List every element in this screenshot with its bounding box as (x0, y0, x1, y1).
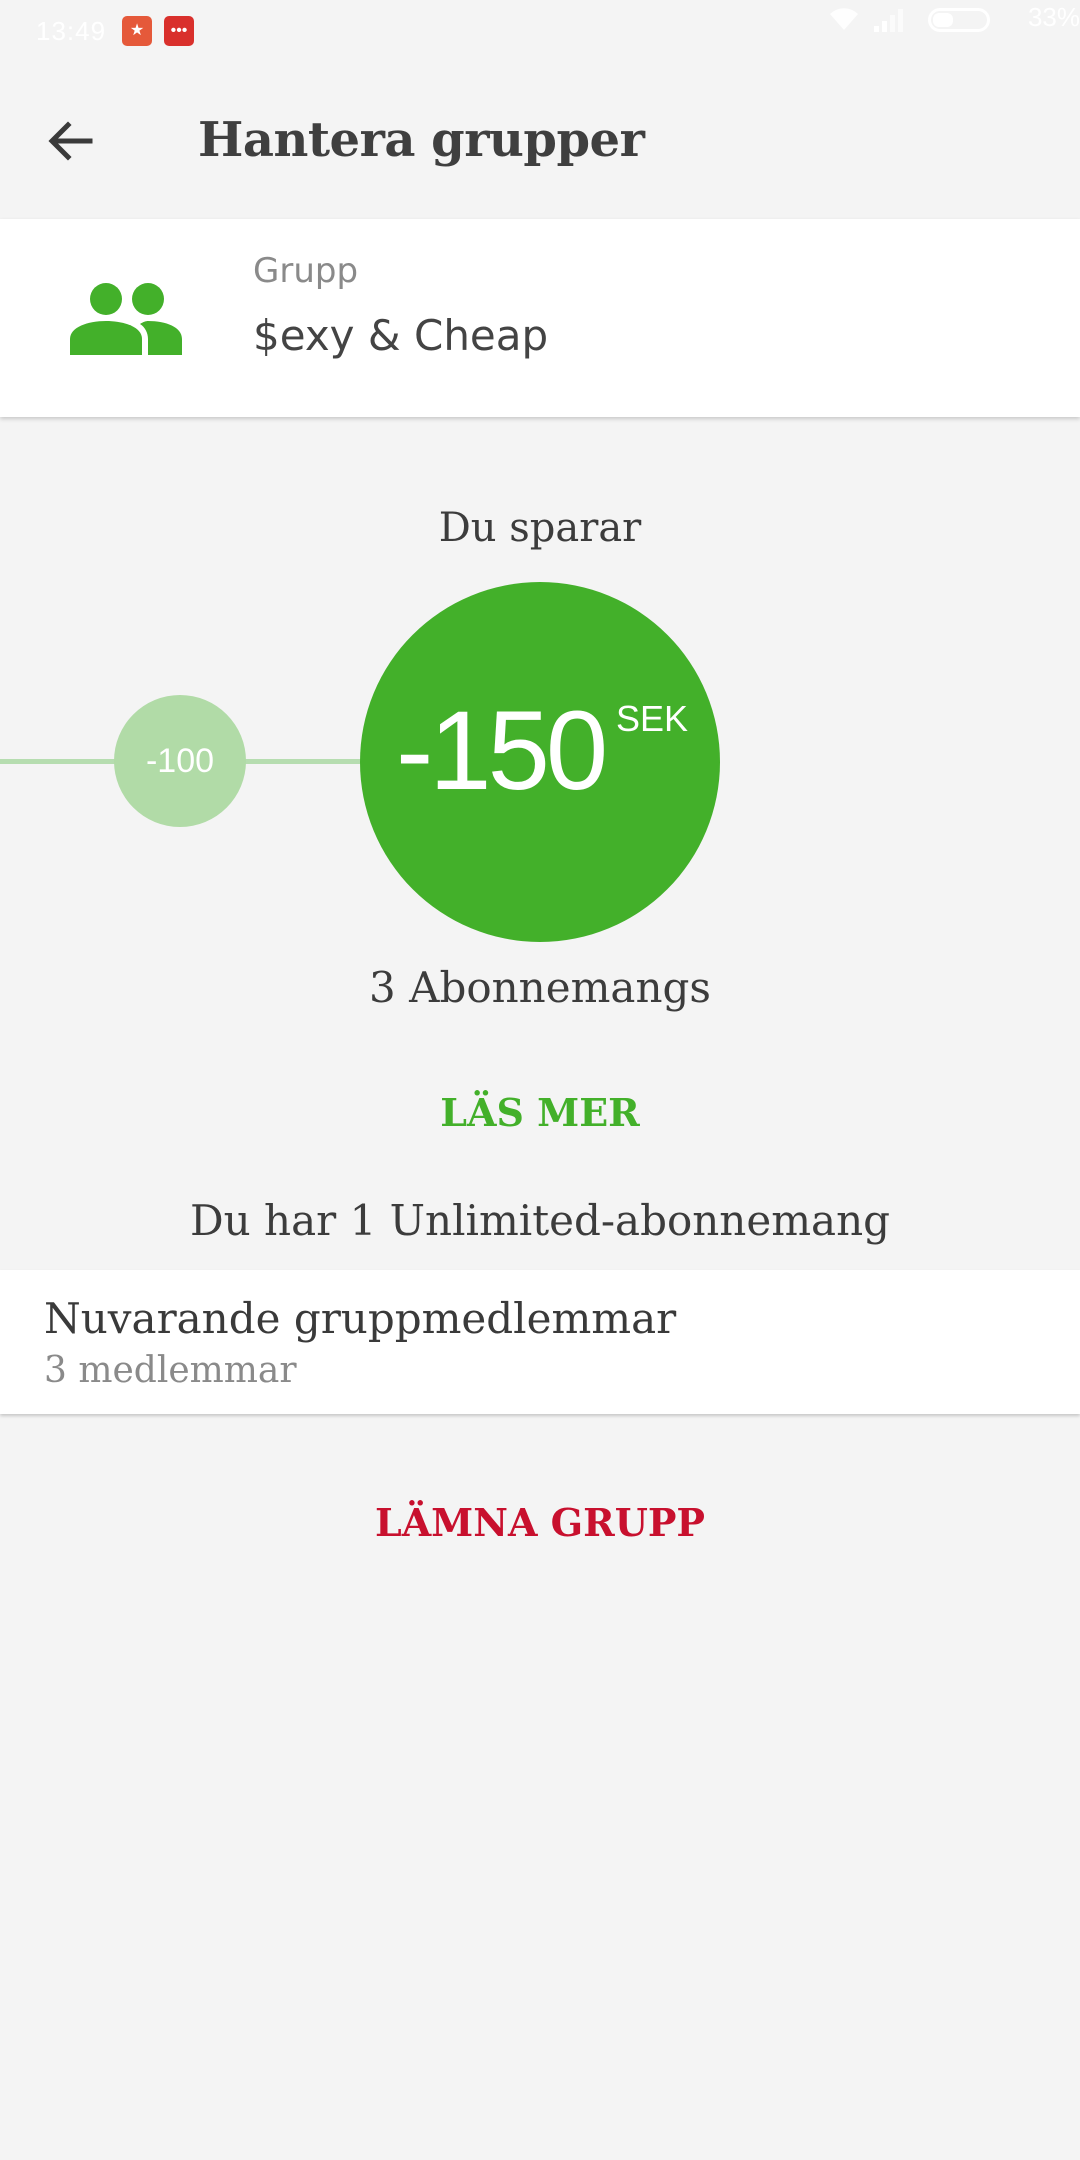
members-title: Nuvarande gruppmedlemmar (44, 1294, 677, 1343)
wifi-icon (830, 8, 858, 30)
message-app-icon: ••• (164, 16, 194, 46)
group-name: $exy & Cheap (253, 311, 549, 360)
unlimited-info: Du har 1 Unlimited-abonnemang (189, 1196, 890, 1245)
battery-percent: 33% (1027, 2, 1080, 32)
toolbar: Hantera grupper (0, 84, 1080, 196)
savings-unit: SEK (616, 698, 689, 739)
group-icon (70, 283, 182, 355)
savings-track (242, 759, 362, 764)
savings-value: -150 (396, 688, 608, 813)
current-savings-bubble: -150 SEK (360, 582, 720, 942)
arrow-left-icon (48, 121, 93, 161)
back-button[interactable] (40, 110, 112, 170)
signal-icon (874, 9, 903, 32)
savings-label: Du sparar (438, 505, 642, 551)
battery-icon (928, 8, 990, 32)
page-title: Hantera grupper (198, 112, 645, 168)
members-count: 3 medlemmar (44, 1350, 297, 1391)
leave-group-button[interactable]: LÄMNA GRUPP (0, 1500, 1080, 1545)
bookmark-app-icon: ★ (122, 16, 152, 46)
subscriptions-count: 3 Abonnemangs (369, 963, 711, 1012)
status-bar: 13:49 ★ ••• 33% (0, 0, 1080, 64)
status-time: 13:49 (36, 16, 107, 46)
group-card[interactable]: Grupp $exy & Cheap (0, 219, 1080, 417)
group-label: Grupp (253, 251, 359, 291)
savings-track (0, 759, 120, 764)
read-more-button[interactable]: LÄS MER (0, 1090, 1080, 1135)
members-card[interactable]: Nuvarande gruppmedlemmar 3 medlemmar (0, 1270, 1080, 1414)
previous-savings-bubble[interactable]: -100 (114, 695, 246, 827)
